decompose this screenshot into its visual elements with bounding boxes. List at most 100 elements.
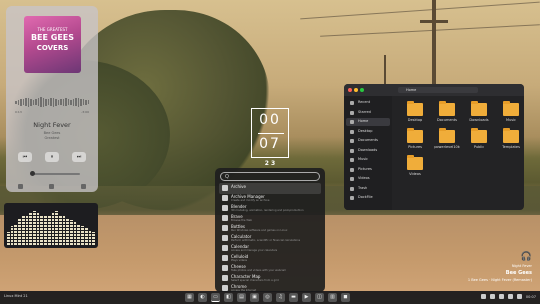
taskbar-app-icon[interactable]: ▣ xyxy=(250,293,259,302)
waveform-bar xyxy=(62,98,64,106)
volume-slider-knob[interactable] xyxy=(30,171,35,176)
folder-item[interactable]: Desktop xyxy=(404,100,426,128)
taskbar-app-icon[interactable]: ▥ xyxy=(328,293,337,302)
waveform-bar xyxy=(65,98,67,106)
waveform-bar xyxy=(22,99,24,105)
launcher-search-input[interactable]: Q xyxy=(220,172,320,181)
taskbar-app-icon[interactable]: ▦ xyxy=(185,293,194,302)
sidebar-item-home[interactable]: Home xyxy=(346,118,390,126)
visualizer-bar xyxy=(88,230,92,245)
waveform-bar xyxy=(45,98,47,106)
visualizer-bar xyxy=(29,213,32,245)
taskbar-clock[interactable]: 00:07 xyxy=(526,295,536,299)
pause-button[interactable]: ⏸ xyxy=(45,152,59,162)
sidebar-item-videos[interactable]: Videos xyxy=(346,175,390,183)
sidebar-item-music[interactable]: Music xyxy=(346,156,390,164)
taskbar-apps: ▦ ◐ ▭ ◧ ▤ ▣ ◎ ♫ ▬ ▶ ◫ ▥ ◼ xyxy=(185,293,350,302)
clock-hours: 00 xyxy=(259,112,281,128)
folder-icon xyxy=(350,167,354,172)
waveform-bar xyxy=(80,98,82,106)
taskbar-app-icon[interactable]: ◧ xyxy=(224,293,233,302)
app-icon xyxy=(222,205,228,211)
folder-item[interactable]: Templates xyxy=(500,127,522,155)
folder-icon xyxy=(350,110,354,115)
waveform-bar xyxy=(50,98,52,106)
shuffle-icon[interactable] xyxy=(18,184,23,189)
taskbar-app-icon[interactable]: ◎ xyxy=(263,293,272,302)
app-icon xyxy=(222,185,228,191)
folder-item[interactable]: Music xyxy=(500,100,522,128)
folder-item[interactable]: Pictures xyxy=(404,127,426,155)
sidebar-item-starred[interactable]: Starred xyxy=(346,109,390,117)
visualizer-bar xyxy=(36,213,40,245)
sidebar-item-documents[interactable]: Documents xyxy=(346,137,390,145)
folder-icon xyxy=(350,139,354,143)
visualizer-bar xyxy=(77,224,81,245)
folder-label: Documents xyxy=(437,118,457,122)
path-bar[interactable]: Home xyxy=(398,87,478,93)
waveform-bar xyxy=(35,99,37,105)
launcher-item-desc: Select special characters from a grid xyxy=(231,279,279,282)
visualizer-bar xyxy=(84,228,88,245)
waveform-bar xyxy=(75,98,77,106)
folder-label: Public xyxy=(473,145,485,149)
sidebar-item-label: DockFile xyxy=(358,195,373,199)
network-icon[interactable] xyxy=(480,294,486,299)
waveform-bar xyxy=(25,98,27,106)
taskbar-app-icon[interactable]: ▶ xyxy=(302,293,311,302)
volume-slider[interactable] xyxy=(32,173,80,175)
previous-button[interactable]: ⏮ xyxy=(18,152,32,162)
app-icon xyxy=(222,235,228,241)
sidebar-item-trash[interactable]: Trash xyxy=(346,185,390,193)
folder-icon xyxy=(503,128,519,143)
visualizer-bar xyxy=(7,232,10,245)
file-manager-sidebar: Recent Starred Home Desktop Documents Downloa… xyxy=(344,96,392,210)
folder-item[interactable]: Public xyxy=(468,127,490,155)
waveform-bar xyxy=(55,98,57,106)
folder-icon xyxy=(350,177,354,181)
waveform[interactable] xyxy=(15,96,89,108)
folder-icon xyxy=(471,128,487,143)
utility-pole-crossarm xyxy=(420,20,448,23)
now-playing-artist: Bee Gees xyxy=(505,270,532,276)
taskbar-app-icon[interactable]: ▭ xyxy=(211,293,220,302)
sidebar-item-label: Downloads xyxy=(358,147,378,152)
sidebar-item-pictures[interactable]: Pictures xyxy=(346,166,390,174)
repeat-icon[interactable] xyxy=(49,184,54,189)
folder-item[interactable]: Videos xyxy=(404,154,426,182)
taskbar-app-icon[interactable]: ◫ xyxy=(315,293,324,302)
next-button[interactable]: ⏭ xyxy=(72,152,86,162)
visualizer-bar xyxy=(40,215,44,245)
menu-icon[interactable] xyxy=(81,184,86,189)
sidebar-item-recent[interactable]: Recent xyxy=(346,99,390,107)
track-title: Night Fever xyxy=(33,121,71,129)
waveform-bar xyxy=(87,100,89,104)
minimize-window-button[interactable] xyxy=(354,88,358,92)
launcher-item-desc: Take photos and videos with your webcam xyxy=(231,269,287,272)
maximize-window-button[interactable] xyxy=(360,88,364,92)
app-icon xyxy=(222,255,228,261)
volume-icon[interactable] xyxy=(489,294,495,299)
sidebar-item-label: Starred xyxy=(358,109,371,114)
folder-item[interactable]: powerlevel10k xyxy=(434,127,460,155)
sidebar-item-downloads[interactable]: Downloads xyxy=(346,147,390,155)
close-window-button[interactable] xyxy=(348,88,352,92)
album-cover-text: COVERS xyxy=(36,44,69,52)
taskbar-app-icon[interactable]: ▬ xyxy=(289,293,298,302)
waveform-bar xyxy=(82,99,84,105)
folder-label: Desktop xyxy=(407,118,423,122)
battery-icon[interactable] xyxy=(498,294,504,299)
sidebar-item-dockfile[interactable]: DockFile xyxy=(346,194,390,202)
taskbar-app-icon[interactable]: ◐ xyxy=(198,293,207,302)
folder-item[interactable]: Documents xyxy=(436,100,458,128)
sidebar-item-desktop[interactable]: Desktop xyxy=(346,128,390,136)
notification-icon[interactable] xyxy=(516,294,522,299)
bluetooth-icon[interactable] xyxy=(507,294,513,299)
taskbar-app-icon[interactable]: ♫ xyxy=(276,293,285,302)
taskbar-app-icon[interactable]: ▤ xyxy=(237,293,246,302)
waveform-bar xyxy=(72,98,74,106)
launcher-item-desc: Access and manage your calendars xyxy=(231,249,278,252)
taskbar-app-icon[interactable]: ◼ xyxy=(341,293,350,302)
visualizer-bar xyxy=(47,215,51,245)
folder-item[interactable]: Downloads xyxy=(468,100,490,128)
